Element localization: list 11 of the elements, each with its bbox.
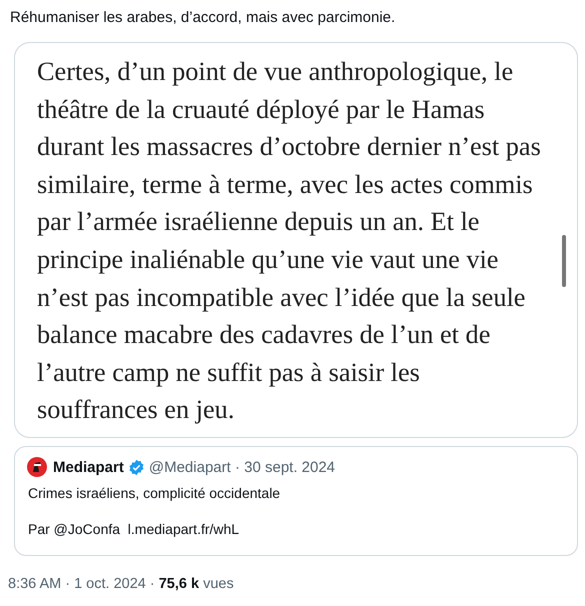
author-name[interactable]: Mediapart [53,458,124,476]
quoted-tweet-byline: Par @JoConfa l.mediapart.fr/whL [28,521,240,537]
scrollbar-thumb[interactable] [562,235,566,287]
handle-and-date: @Mediapart · 30 sept. 2024 [148,458,336,476]
text-image[interactable] [14,42,578,438]
image-paragraph: Certes, d’un point de vue anthropologique, le théâtre de la cruauté déployé par le Hamas durant les massacres d’octobre dernier n’est pas similaire, terme à terme, avec les actes commis par l’armée israélienne depuis un an. Et le principe inaliénable qu’une vie vaut une vie n’est pas incompatible avec l’idée que la seule balance macabre des cadavres de l’un et de l’autre camp ne suffit pas à saisir les souffrances en jeu. [37,56,541,426]
tweet-timestamp-views: 8:36 AM · 1 oct. 2024 · 75,6 k vues [8,576,235,592]
avatar-icon[interactable] [27,457,47,477]
tweet-text: Réhumaniser les arabes, d’accord, mais avec parcimonie. [10,8,396,28]
quoted-tweet-card[interactable]: Mediapart @Mediapart · 30 sept. 2024 Crimes israéliens, complicité occidentale Par @JoConfa l.mediapart.fr/whL [14,446,578,556]
quoted-tweet-text: Crimes israéliens, complicité occidentale [28,485,282,501]
